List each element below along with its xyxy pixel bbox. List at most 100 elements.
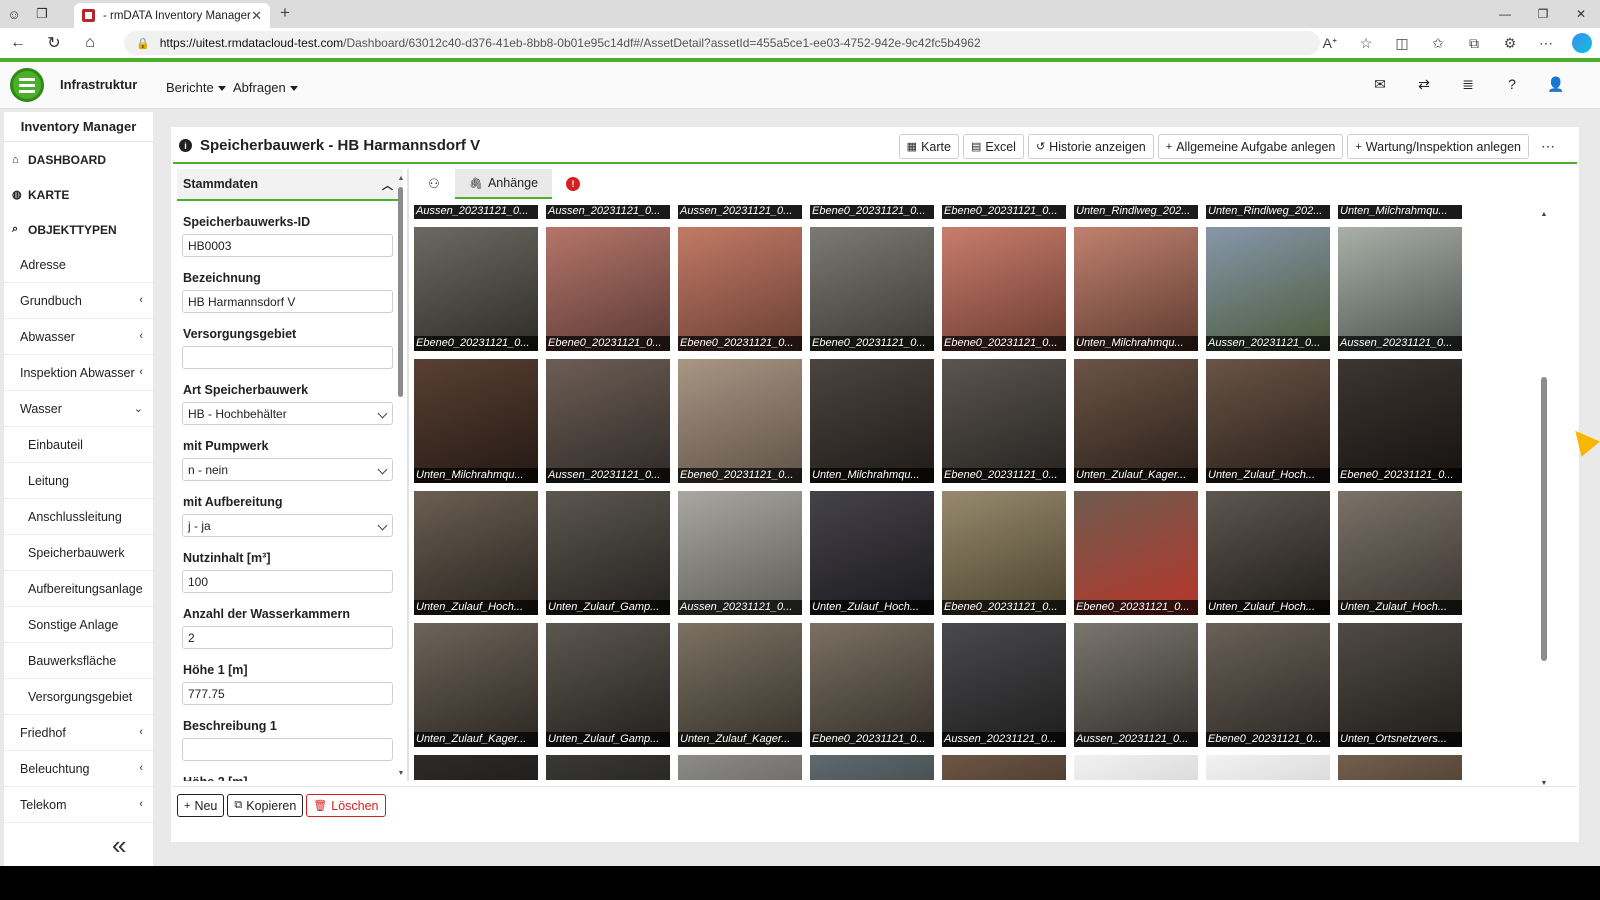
attachment-thumbnail[interactable]: Ebene0_20231121_0... <box>1074 491 1198 615</box>
attachment-thumbnail[interactable] <box>414 755 538 780</box>
tab-relations-icon[interactable]: ⚇ <box>413 169 455 199</box>
sidebar-item-karte[interactable]: ◍ KARTE <box>4 177 153 212</box>
sidebar-item-beleuchtung[interactable]: Beleuchtung ‹ <box>4 751 153 787</box>
thumbnail-caption[interactable]: Ebene0_20231121_0... <box>942 205 1066 219</box>
thumbnail-caption[interactable]: Unten_Rindlweg_202... <box>1206 205 1330 219</box>
attachment-thumbnail[interactable]: Aussen_20231121_0... <box>942 623 1066 747</box>
collections-icon[interactable]: ⧉ <box>1456 35 1492 52</box>
gallery-scrollbar[interactable]: ▲ ▼ <box>1539 207 1549 787</box>
form-scrollbar-thumb[interactable] <box>398 187 403 397</box>
attachment-thumbnail[interactable] <box>1206 755 1330 780</box>
sidebar-item-aufbereitungsanlage[interactable]: Aufbereitungsanlage <box>4 571 153 607</box>
home-browser-icon[interactable]: ⌂ <box>72 28 108 58</box>
thumbnail-caption[interactable]: Aussen_20231121_0... <box>546 205 670 219</box>
thumbnail-caption[interactable]: Ebene0_20231121_0... <box>810 205 934 219</box>
text-field[interactable] <box>182 738 393 761</box>
more-browser-icon[interactable]: ⋯ <box>1528 35 1564 52</box>
historie-button[interactable]: ↺ Historie anzeigen <box>1027 134 1154 159</box>
attachment-thumbnail[interactable]: Unten_Milchrahmqu... <box>810 359 934 483</box>
attachment-thumbnail[interactable]: Ebene0_20231121_0... <box>942 227 1066 351</box>
more-actions-icon[interactable]: ⋯ <box>1535 134 1561 159</box>
sidebar-item-inspektion-abwasser[interactable]: Inspektion Abwasser ‹ <box>4 355 153 391</box>
back-icon[interactable]: ← <box>0 28 36 58</box>
attachment-thumbnail[interactable] <box>546 755 670 780</box>
sidebar-item-abwasser[interactable]: Abwasser ‹ <box>4 319 153 355</box>
app-logo-icon[interactable] <box>10 68 44 102</box>
text-field[interactable]: HB Harmannsdorf V <box>182 290 393 313</box>
scroll-up-icon[interactable]: ▲ <box>397 175 405 182</box>
sidebar-item-dashboard[interactable]: ⌂ DASHBOARD <box>4 142 153 177</box>
attachment-thumbnail[interactable]: Ebene0_20231121_0... <box>546 227 670 351</box>
allgemeine-aufgabe-button[interactable]: + Allgemeine Aufgabe anlegen <box>1157 134 1344 159</box>
extensions-icon[interactable]: ⚙ <box>1492 35 1528 52</box>
reload-icon[interactable]: ↻ <box>36 28 72 58</box>
favorites-icon[interactable]: ✩ <box>1420 35 1456 52</box>
attachment-thumbnail[interactable]: Unten_Zulauf_Kager... <box>678 623 802 747</box>
menu-abfragen[interactable]: Abfragen <box>233 80 298 95</box>
sidebar-item-sonstige-anlage[interactable]: Sonstige Anlage <box>4 607 153 643</box>
sidebar-item-versorgungsgebiet[interactable]: Versorgungsgebiet <box>4 679 153 715</box>
attachment-thumbnail[interactable]: Aussen_20231121_0... <box>678 491 802 615</box>
attachment-thumbnail[interactable]: Unten_Zulauf_Gamp... <box>546 491 670 615</box>
workspaces-icon[interactable]: ❐ <box>28 0 56 28</box>
read-aloud-icon[interactable]: A͏ᐩ <box>1312 35 1348 52</box>
sidebar-item-speicherbauwerk[interactable]: Speicherbauwerk <box>4 535 153 571</box>
attachment-thumbnail[interactable] <box>1338 755 1462 780</box>
select-field[interactable]: j - ja <box>182 514 393 537</box>
close-window-icon[interactable]: ✕ <box>1562 0 1600 28</box>
thumbnail-caption[interactable]: Unten_Milchrahmqu... <box>1338 205 1462 219</box>
thumbnail-caption[interactable]: Aussen_20231121_0... <box>414 205 538 219</box>
text-field[interactable]: HB0003 <box>182 234 393 257</box>
tab-anhaenge[interactable]: 🖇 Anhänge <box>455 169 553 199</box>
sidebar-item-anschlussleitung[interactable]: Anschlussleitung <box>4 499 153 535</box>
panel-divider[interactable] <box>407 169 409 781</box>
url-field[interactable]: 🔒 https://uitest.rmdatacloud-test.com/Da… <box>124 31 1320 55</box>
split-screen-icon[interactable]: ◫ <box>1384 35 1420 52</box>
menu-berichte[interactable]: Berichte <box>166 80 226 95</box>
attachment-thumbnail[interactable]: Unten_Milchrahmqu... <box>1074 227 1198 351</box>
scroll-up-icon[interactable]: ▲ <box>1539 211 1549 218</box>
sidebar-item-einbauteil[interactable]: Einbauteil <box>4 427 153 463</box>
attachment-thumbnail[interactable]: Unten_Zulauf_Kager... <box>1074 359 1198 483</box>
attachment-thumbnail[interactable]: Aussen_20231121_0... <box>1074 623 1198 747</box>
copy-button[interactable]: ⧉ Kopieren <box>227 794 304 817</box>
chevron-up-icon[interactable]: ︿ <box>382 177 393 193</box>
attachment-thumbnail[interactable]: Unten_Zulauf_Kager... <box>414 623 538 747</box>
attachment-thumbnail[interactable]: Ebene0_20231121_0... <box>1206 623 1330 747</box>
favorite-star-icon[interactable]: ☆ <box>1348 35 1384 52</box>
mail-icon[interactable]: ✉ <box>1358 76 1402 93</box>
thumbnail-caption[interactable]: Unten_Rindlweg_202... <box>1074 205 1198 219</box>
lock-icon[interactable]: 🔒 <box>136 37 150 50</box>
text-field[interactable]: 777.75 <box>182 682 393 705</box>
sidebar-item-adresse[interactable]: Adresse <box>4 247 153 283</box>
attachment-thumbnail[interactable] <box>942 755 1066 780</box>
browser-tab-active[interactable]: - rmDATA Inventory Manager ✕ <box>74 3 270 28</box>
new-button[interactable]: + Neu <box>177 794 225 817</box>
attachment-thumbnail[interactable] <box>810 755 934 780</box>
profile-avatar-icon[interactable]: ☺ <box>0 0 28 28</box>
attachment-thumbnail[interactable]: Ebene0_20231121_0... <box>810 227 934 351</box>
attachment-thumbnail[interactable]: Unten_Zulauf_Gamp... <box>546 623 670 747</box>
attachment-thumbnail[interactable]: Unten_Zulauf_Hoch... <box>414 491 538 615</box>
attachment-thumbnail[interactable]: Ebene0_20231121_0... <box>678 359 802 483</box>
gallery-scrollbar-thumb[interactable] <box>1541 377 1547 661</box>
sidebar-item-grundbuch[interactable]: Grundbuch ‹ <box>4 283 153 319</box>
attachment-thumbnail[interactable]: Ebene0_20231121_0... <box>1338 359 1462 483</box>
attachment-thumbnail[interactable]: Ebene0_20231121_0... <box>942 359 1066 483</box>
wartung-inspektion-button[interactable]: + Wartung/Inspektion anlegen <box>1347 134 1529 159</box>
sidebar-item-leitung[interactable]: Leitung <box>4 463 153 499</box>
text-field[interactable] <box>182 346 393 369</box>
sidebar-item-friedhof[interactable]: Friedhof ‹ <box>4 715 153 751</box>
attachment-thumbnail[interactable]: Ebene0_20231121_0... <box>942 491 1066 615</box>
sidebar-item-objekttypen[interactable]: ⌕ OBJEKTTYPEN <box>4 212 153 247</box>
collapse-sidebar-icon[interactable]: « <box>112 830 127 861</box>
sidebar-item-bauwerksfl-che[interactable]: Bauwerksfläche <box>4 643 153 679</box>
karte-button[interactable]: ▦ Karte <box>898 134 959 159</box>
thumbnail-caption[interactable]: Aussen_20231121_0... <box>678 205 802 219</box>
copilot-icon[interactable] <box>1572 33 1592 53</box>
attachment-thumbnail[interactable] <box>1074 755 1198 780</box>
attachment-thumbnail[interactable]: Aussen_20231121_0... <box>1206 227 1330 351</box>
attachment-thumbnail[interactable]: Ebene0_20231121_0... <box>678 227 802 351</box>
stammdaten-header[interactable]: Stammdaten ︿ <box>177 169 403 201</box>
attachment-thumbnail[interactable]: Unten_Zulauf_Hoch... <box>1206 491 1330 615</box>
